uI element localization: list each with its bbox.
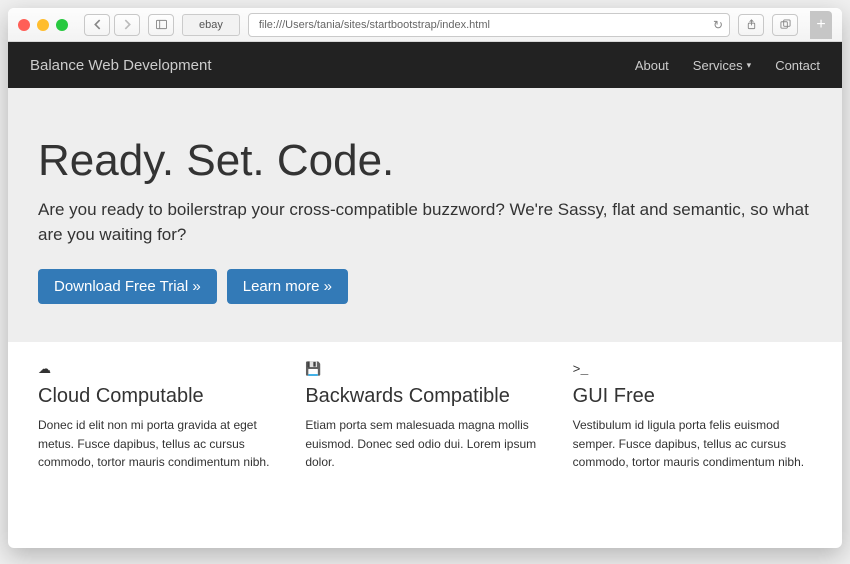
- chevron-down-icon: ▾: [747, 60, 752, 71]
- download-trial-button[interactable]: Download Free Trial »: [38, 269, 217, 304]
- nav-about[interactable]: About: [635, 58, 669, 73]
- hero-lead: Are you ready to boilerstrap your cross-…: [38, 198, 812, 247]
- save-icon: 💾: [305, 362, 544, 377]
- feature-title: Backwards Compatible: [305, 385, 544, 408]
- tab-label: ebay: [199, 19, 223, 31]
- share-button[interactable]: [738, 14, 764, 36]
- terminal-icon: >_: [573, 362, 812, 377]
- feature-backwards: 💾 Backwards Compatible Etiam porta sem m…: [305, 362, 544, 472]
- tabs-overview-button[interactable]: [772, 14, 798, 36]
- forward-button[interactable]: [114, 14, 140, 36]
- feature-text: Vestibulum id ligula porta felis euismod…: [573, 416, 812, 472]
- maximize-window-button[interactable]: [56, 19, 68, 31]
- feature-gui-free: >_ GUI Free Vestibulum id ligula porta f…: [573, 362, 812, 472]
- page-content: Balance Web Development About Services▾ …: [8, 42, 842, 548]
- feature-title: GUI Free: [573, 385, 812, 408]
- browser-tab[interactable]: ebay: [182, 14, 240, 36]
- feature-cloud: ☁ Cloud Computable Donec id elit non mi …: [38, 362, 277, 472]
- site-navbar: Balance Web Development About Services▾ …: [8, 42, 842, 88]
- features-row: ☁ Cloud Computable Donec id elit non mi …: [8, 342, 842, 492]
- feature-text: Donec id elit non mi porta gravida at eg…: [38, 416, 277, 472]
- cloud-icon: ☁: [38, 362, 277, 377]
- learn-more-button[interactable]: Learn more »: [227, 269, 348, 304]
- titlebar: ebay file:///Users/tania/sites/startboot…: [8, 8, 842, 42]
- minimize-window-button[interactable]: [37, 19, 49, 31]
- hero-heading: Ready. Set. Code.: [38, 136, 812, 186]
- traffic-lights: [18, 19, 68, 31]
- nav-contact[interactable]: Contact: [775, 58, 820, 73]
- close-window-button[interactable]: [18, 19, 30, 31]
- feature-title: Cloud Computable: [38, 385, 277, 408]
- new-tab-button[interactable]: +: [810, 11, 832, 39]
- url-text: file:///Users/tania/sites/startbootstrap…: [259, 19, 490, 31]
- jumbotron: Ready. Set. Code. Are you ready to boile…: [8, 88, 842, 342]
- sidebar-toggle-button[interactable]: [148, 14, 174, 36]
- nav-links: About Services▾ Contact: [635, 58, 820, 73]
- address-bar[interactable]: file:///Users/tania/sites/startbootstrap…: [248, 13, 730, 37]
- back-button[interactable]: [84, 14, 110, 36]
- brand[interactable]: Balance Web Development: [30, 57, 212, 74]
- feature-text: Etiam porta sem malesuada magna mollis e…: [305, 416, 544, 472]
- reload-icon[interactable]: ↻: [713, 18, 723, 32]
- browser-window: ebay file:///Users/tania/sites/startboot…: [8, 8, 842, 548]
- nav-services[interactable]: Services▾: [693, 58, 751, 73]
- hero-buttons: Download Free Trial » Learn more »: [38, 269, 812, 304]
